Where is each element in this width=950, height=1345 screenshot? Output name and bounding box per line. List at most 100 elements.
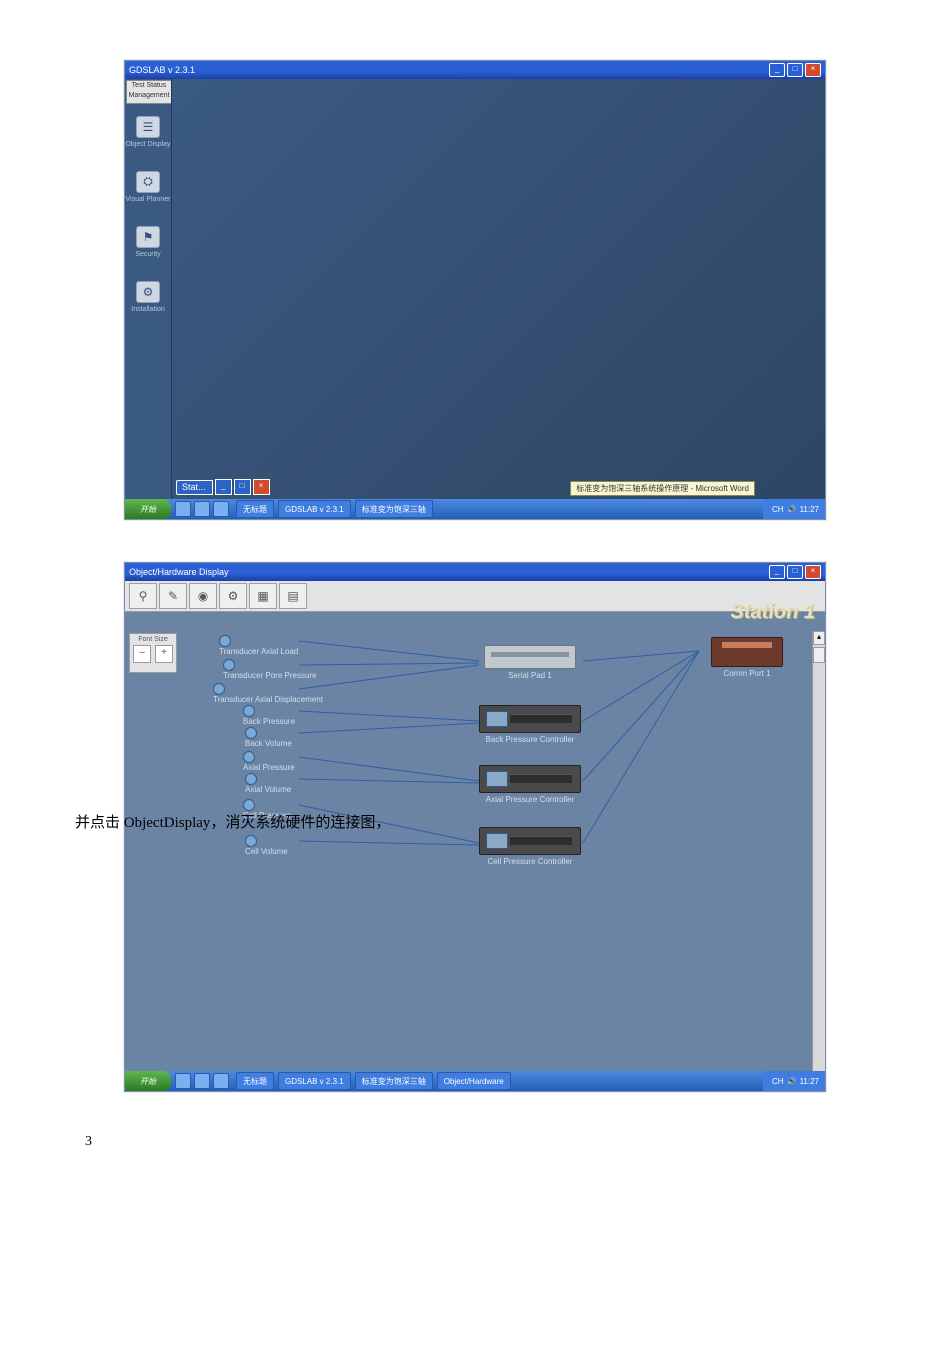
gdslab-main-window: GDSLAB v 2.3.1 _ □ × Test Status Managem… [124, 60, 826, 520]
quicklaunch-icon[interactable] [175, 1073, 191, 1089]
title-bar: GDSLAB v 2.3.1 _ □ × [125, 61, 825, 79]
quicklaunch-icon[interactable] [213, 501, 229, 517]
visual-planner-icon: ⛭ [136, 171, 160, 193]
taskbar-button[interactable]: GDSLAB v 2.3.1 [278, 500, 351, 518]
sidebar-tab-line2: Management [129, 92, 170, 99]
taskbar-button[interactable]: 无标题 [236, 1072, 274, 1090]
device-axial-pressure-controller[interactable]: Axial Pressure Controller [475, 765, 585, 804]
toolbar-button[interactable]: ▦ [249, 583, 277, 609]
quicklaunch-icon[interactable] [213, 1073, 229, 1089]
toolbar-button-send[interactable]: ✎ [159, 583, 187, 609]
stat-window-title: Stat... [176, 480, 213, 495]
object-hardware-display-window: Object/Hardware Display _ □ × ⚲ ✎ ◉ ⚙ ▦ … [124, 562, 826, 1092]
close-button[interactable]: × [805, 565, 821, 579]
serial-pad-icon [484, 645, 576, 669]
font-size-label: Font Size [138, 636, 168, 643]
vertical-scrollbar[interactable]: ▴ [812, 631, 825, 1071]
minimize-button[interactable]: _ [769, 565, 785, 579]
device-back-pressure-controller[interactable]: Back Pressure Controller [475, 705, 585, 744]
left-sidebar: Test Status Management ☰ Object Display … [125, 79, 172, 499]
windows-taskbar: 开始 无标题 GDSLAB v 2.3.1 标准变为饱深三轴 Object/Ha… [125, 1071, 825, 1091]
node-transducer-axial-displacement[interactable]: Transducer Axial Displacement [213, 683, 323, 704]
node-back-volume[interactable]: Back Volume [245, 727, 292, 748]
object-display-icon: ☰ [136, 116, 160, 138]
node-dot-icon [243, 751, 255, 763]
node-dot-icon [245, 835, 257, 847]
taskbar-button[interactable]: 标准变为饱深三轴 [355, 1072, 433, 1090]
font-size-panel: Font Size – + [129, 633, 177, 673]
sidebar-item-installation[interactable]: ⚙ Installation [125, 269, 171, 324]
windows-taskbar: 开始 无标题 GDSLAB v 2.3.1 标准变为饱深三轴 CH 🔊 11:2… [125, 499, 825, 519]
sidebar-item-visual-planner[interactable]: ⛭ Visual Planner [125, 159, 171, 214]
sidebar-item-object-display[interactable]: ☰ Object Display [125, 104, 171, 159]
window-title: GDSLAB v 2.3.1 [129, 65, 767, 75]
sidebar-tab-test-status[interactable]: Test Status Management [126, 80, 171, 104]
stat-max-button[interactable]: □ [234, 479, 251, 495]
node-axial-pressure[interactable]: Axial Pressure [243, 751, 295, 772]
client-area: Stat... _ □ × 标准变为饱深三轴系统操作原理 - Microsoft… [172, 79, 825, 499]
node-dot-icon [245, 727, 257, 739]
font-size-up-button[interactable]: + [155, 645, 173, 663]
taskbar-button[interactable]: GDSLAB v 2.3.1 [278, 1072, 351, 1090]
node-axial-volume[interactable]: Axial Volume [245, 773, 291, 794]
node-transducer-axial-load[interactable]: Transducer Axial Load [219, 635, 298, 656]
maximize-button[interactable]: □ [787, 63, 803, 77]
node-transducer-pore-pressure[interactable]: Transducer Pore Pressure [223, 659, 317, 680]
device-serial-pad[interactable]: Serial Pad 1 [475, 645, 585, 680]
comm-port-icon [711, 637, 783, 667]
device-label: Serial Pad 1 [475, 671, 585, 680]
node-cell-volume[interactable]: Cell Volume [245, 835, 288, 856]
node-dot-icon [243, 799, 255, 811]
controller-icon [479, 765, 581, 793]
sidebar-item-label: Visual Planner [125, 196, 170, 203]
device-comm-port[interactable]: Comm Port 1 [711, 637, 783, 678]
sidebar-item-label: Security [135, 251, 160, 258]
font-size-down-button[interactable]: – [133, 645, 151, 663]
title-bar: Object/Hardware Display _ □ × [125, 563, 825, 581]
caption-text: 并点击 ObjectDisplay，消灭系统硬件的连接图， [75, 811, 390, 832]
tray-icon: 🔊 [787, 1077, 797, 1086]
node-dot-icon [245, 773, 257, 785]
station-label: Station 1 [731, 601, 815, 624]
scroll-thumb[interactable] [813, 647, 825, 663]
device-cell-pressure-controller[interactable]: Cell Pressure Controller [475, 827, 585, 866]
minimize-button[interactable]: _ [769, 63, 785, 77]
quicklaunch-icon[interactable] [194, 1073, 210, 1089]
taskbar-button[interactable]: 标准变为饱深三轴 [355, 500, 433, 518]
hardware-canvas: Transducer Axial Load Transducer Pore Pr… [179, 631, 813, 1071]
node-back-pressure[interactable]: Back Pressure [243, 705, 295, 726]
toolbar-button[interactable]: ◉ [189, 583, 217, 609]
device-label: Cell Pressure Controller [475, 857, 585, 866]
toolbar-button[interactable]: ▤ [279, 583, 307, 609]
toolbar: ⚲ ✎ ◉ ⚙ ▦ ▤ Station 1 [125, 581, 825, 612]
controller-icon [479, 705, 581, 733]
taskbar-button[interactable]: 无标题 [236, 500, 274, 518]
system-tray[interactable]: CH 🔊 11:27 [763, 499, 825, 519]
stat-min-button[interactable]: _ [215, 479, 232, 495]
sidebar-item-security[interactable]: ⚑ Security [125, 214, 171, 269]
close-button[interactable]: × [805, 63, 821, 77]
stat-floating-window[interactable]: Stat... _ □ × [176, 478, 270, 496]
controller-icon [479, 827, 581, 855]
tray-clock: 11:27 [800, 1077, 819, 1086]
toolbar-button-scan[interactable]: ⚲ [129, 583, 157, 609]
quicklaunch-icon[interactable] [194, 501, 210, 517]
taskbar-button[interactable]: Object/Hardware [437, 1072, 511, 1090]
start-button[interactable]: 开始 [125, 1071, 171, 1091]
node-dot-icon [213, 683, 225, 695]
node-dot-icon [223, 659, 235, 671]
start-button[interactable]: 开始 [125, 499, 171, 519]
maximize-button[interactable]: □ [787, 565, 803, 579]
scroll-up-arrow[interactable]: ▴ [813, 631, 825, 645]
device-label: Comm Port 1 [711, 669, 783, 678]
stat-close-button[interactable]: × [253, 479, 270, 495]
sidebar-item-label: Installation [131, 306, 164, 313]
security-icon: ⚑ [136, 226, 160, 248]
installation-icon: ⚙ [136, 281, 160, 303]
toolbar-button[interactable]: ⚙ [219, 583, 247, 609]
sidebar-item-label: Object Display [125, 141, 170, 148]
page-number: 3 [85, 1134, 785, 1150]
sidebar-tab-line1: Test Status [132, 82, 167, 89]
quicklaunch-icon[interactable] [175, 501, 191, 517]
system-tray[interactable]: CH 🔊 11:27 [763, 1071, 825, 1091]
